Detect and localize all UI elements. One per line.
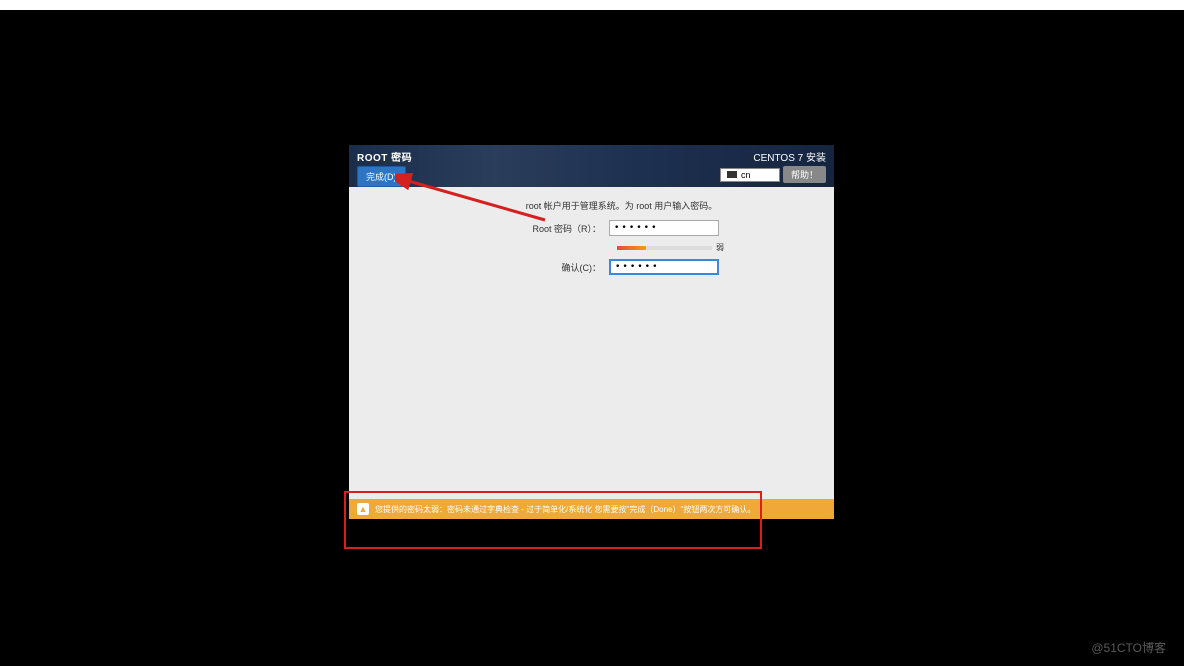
header-right: CENTOS 7 安装 cn 帮助！ <box>720 149 826 183</box>
done-button[interactable]: 完成(D) <box>357 166 406 187</box>
page-title: ROOT 密码 <box>357 149 720 164</box>
root-password-description: root 帐户用于管理系统。为 root 用户输入密码。 <box>449 199 794 212</box>
strength-label: 弱 <box>716 242 724 253</box>
help-button[interactable]: 帮助！ <box>783 166 826 183</box>
header-left: ROOT 密码 完成(D) <box>357 149 720 187</box>
top-white-strip <box>0 0 1184 10</box>
header-controls: cn 帮助！ <box>720 166 826 183</box>
keyboard-layout-selector[interactable]: cn <box>720 168 780 182</box>
confirm-row: 确认(C)： <box>389 259 794 275</box>
warning-text: 您提供的密码太弱：密码未通过字典检查 - 过于简单化/系统化 您需要按"完成（D… <box>375 504 755 515</box>
root-password-input[interactable] <box>609 220 719 236</box>
install-suite-title: CENTOS 7 安装 <box>753 149 826 164</box>
content-area: root 帐户用于管理系统。为 root 用户输入密码。 Root 密码（R）：… <box>349 187 834 519</box>
warning-bar: ▲ 您提供的密码太弱：密码未通过字典检查 - 过于简单化/系统化 您需要按"完成… <box>349 499 834 519</box>
password-strength-bar <box>617 246 712 250</box>
password-row: Root 密码（R）： <box>389 220 794 236</box>
watermark-text: @51CTO博客 <box>1091 639 1166 656</box>
window-header: ROOT 密码 完成(D) CENTOS 7 安装 cn 帮助！ <box>349 145 834 187</box>
confirm-password-input[interactable] <box>609 259 719 275</box>
confirm-label: 确认(C)： <box>389 261 609 274</box>
keyboard-layout-value: cn <box>741 170 751 180</box>
installer-window: ROOT 密码 完成(D) CENTOS 7 安装 cn 帮助！ root 帐户… <box>349 145 834 519</box>
strength-fill <box>617 246 646 250</box>
strength-row: 弱 <box>389 242 794 253</box>
warning-icon: ▲ <box>357 503 369 515</box>
password-label: Root 密码（R）： <box>389 222 609 235</box>
keyboard-icon <box>727 171 737 178</box>
